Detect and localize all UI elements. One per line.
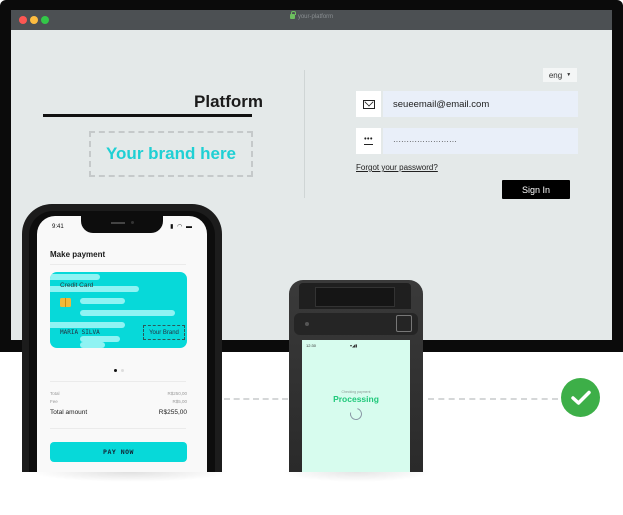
language-select[interactable]: eng ▼ xyxy=(543,68,577,82)
password-field[interactable]: ••• ························ xyxy=(356,128,578,154)
address-bar[interactable]: your-platform xyxy=(11,11,612,21)
summary-row-total-amount: Total amount R$255,00 xyxy=(50,409,187,416)
connector-line xyxy=(428,398,558,400)
checkmark-icon xyxy=(570,390,591,405)
summary-row-fee: Fee R$5,00 xyxy=(50,399,187,404)
sign-in-button[interactable]: Sign In xyxy=(502,180,570,199)
email-field[interactable]: seueemail@email.com xyxy=(356,91,578,117)
title-underline xyxy=(43,114,252,117)
processing-title: Processing xyxy=(333,394,379,404)
language-value: eng xyxy=(548,70,563,80)
summary-value: R$250,00 xyxy=(167,391,187,396)
credit-card[interactable]: Credit Card MARIA SILVA Your Brand xyxy=(50,272,187,348)
summary-label: Fee xyxy=(50,399,58,404)
payment-screen: 9:41 ▮ ◠ ▬ Make payment Credit Card MARI… xyxy=(37,216,207,472)
speaker-icon xyxy=(111,222,125,224)
loading-spinner-icon xyxy=(347,405,365,423)
pos-status-icons: ▾◢▮ xyxy=(350,343,358,348)
forgot-password-link[interactable]: Forgot your password? xyxy=(356,163,438,172)
pay-now-button[interactable]: PAY NOW xyxy=(50,442,187,462)
smartphone: 9:41 ▮ ◠ ▬ Make payment Credit Card MARI… xyxy=(22,204,222,472)
password-input[interactable]: ························ xyxy=(383,128,578,154)
pager-dot[interactable] xyxy=(121,369,124,372)
pos-sensor-band xyxy=(294,313,418,335)
divider xyxy=(50,264,186,265)
card-type-label: Credit Card xyxy=(60,282,94,289)
camera-icon xyxy=(131,221,134,224)
summary-value: R$5,00 xyxy=(172,399,187,404)
brand-placeholder: Your brand here xyxy=(89,131,253,177)
pos-screen: 12:30 ▾◢▮ Checking payment Processing xyxy=(302,340,410,472)
browser-titlebar: your-platform xyxy=(11,10,612,30)
lock-icon xyxy=(289,11,296,19)
caret-down-icon: ▼ xyxy=(566,72,572,78)
connector-line xyxy=(224,398,288,400)
pager-dot-active[interactable] xyxy=(114,369,117,372)
password-icon-box: ••• xyxy=(356,128,381,154)
screen-title: Make payment xyxy=(50,250,106,259)
url-text: your-platform xyxy=(297,14,334,21)
platform-title: Platform xyxy=(194,92,263,111)
email-input[interactable]: seueemail@email.com xyxy=(383,91,578,117)
signal-wifi-battery-icon: ▮ ◠ ▬ xyxy=(170,224,193,230)
divider xyxy=(50,428,186,429)
vertical-divider xyxy=(304,70,305,198)
card-chip-icon xyxy=(60,298,71,307)
summary-value: R$255,00 xyxy=(158,409,187,416)
printer-slot xyxy=(315,287,395,307)
divider xyxy=(50,381,186,382)
card-pager[interactable] xyxy=(114,369,124,372)
phone-notch xyxy=(81,216,163,233)
envelope-icon xyxy=(362,99,375,109)
card-brand: Your Brand xyxy=(143,325,185,340)
camera-icon xyxy=(305,322,309,326)
summary-row-total: Total R$250,00 xyxy=(50,391,187,396)
success-badge xyxy=(561,378,600,417)
email-icon-box xyxy=(356,91,381,117)
summary-label: Total amount xyxy=(50,409,88,416)
card-holder-name: MARIA SILVA xyxy=(60,329,100,336)
pos-terminal: 12:30 ▾◢▮ Checking payment Processing xyxy=(289,280,423,472)
card-reader-icon xyxy=(396,315,412,332)
pos-status-time: 12:30 xyxy=(306,343,317,348)
password-dots-icon: ••• xyxy=(364,136,373,145)
receipt-printer xyxy=(299,283,411,309)
summary-label: Total xyxy=(50,391,60,396)
brand-placeholder-text: Your brand here xyxy=(105,144,237,163)
status-time: 9:41 xyxy=(52,224,64,230)
illustration: your-platform Platform Your brand here e… xyxy=(0,0,623,515)
